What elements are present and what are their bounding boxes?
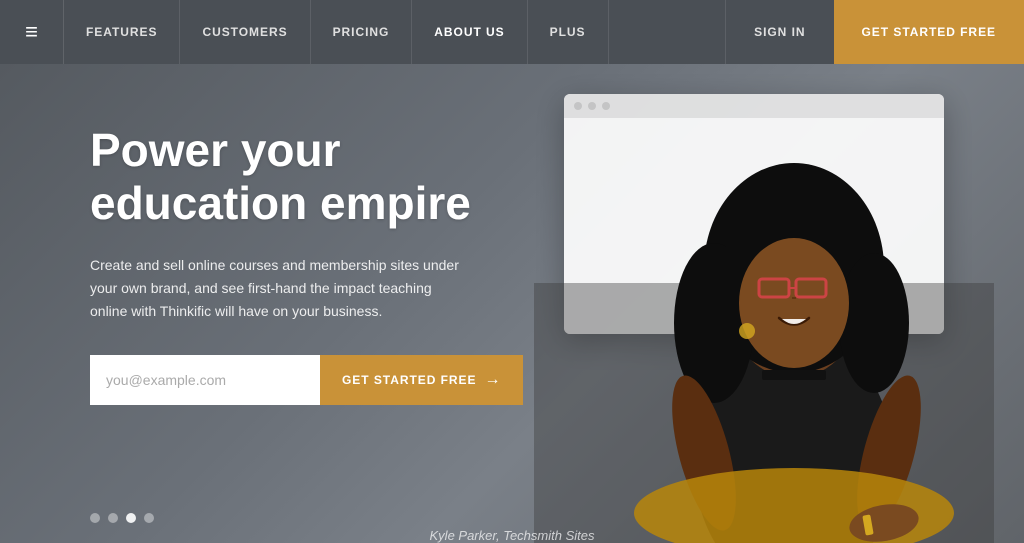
navbar: ≡ FEATURES CUSTOMERS PRICING ABOUT US PL… [0,0,1024,64]
hero-image-area [534,74,994,543]
hero-section: Power your education empire Create and s… [0,64,1024,543]
dot-1[interactable] [90,513,100,523]
signin-button[interactable]: SIGN IN [725,0,833,64]
hero-cta-button[interactable]: GET STARTED FREE → [320,355,523,405]
nav-links: FEATURES CUSTOMERS PRICING ABOUT US PLUS [64,0,725,64]
dot-3[interactable] [126,513,136,523]
hero-dots [90,513,154,523]
hero-form: GET STARTED FREE → [90,355,550,405]
nav-plus[interactable]: PLUS [528,0,609,64]
nav-about-us[interactable]: ABOUT US [412,0,527,64]
hero-subtitle: Create and sell online courses and membe… [90,254,470,323]
nav-features[interactable]: FEATURES [64,0,180,64]
nav-pricing[interactable]: PRICING [311,0,413,64]
email-input[interactable] [90,355,320,405]
person-photo [534,83,994,543]
nav-cta-button[interactable]: GET STARTED FREE [834,0,1024,64]
hero-content: Power your education empire Create and s… [90,124,550,405]
nav-right: SIGN IN GET STARTED FREE [725,0,1024,64]
person-svg [534,83,994,543]
dot-2[interactable] [108,513,118,523]
dot-4[interactable] [144,513,154,523]
hero-title: Power your education empire [90,124,550,230]
logo-icon: ≡ [25,19,38,45]
nav-customers[interactable]: CUSTOMERS [180,0,310,64]
hero-caption: Kyle Parker, Techsmith Sites [430,528,595,543]
logo[interactable]: ≡ [0,0,64,64]
arrow-icon: → [484,371,501,389]
